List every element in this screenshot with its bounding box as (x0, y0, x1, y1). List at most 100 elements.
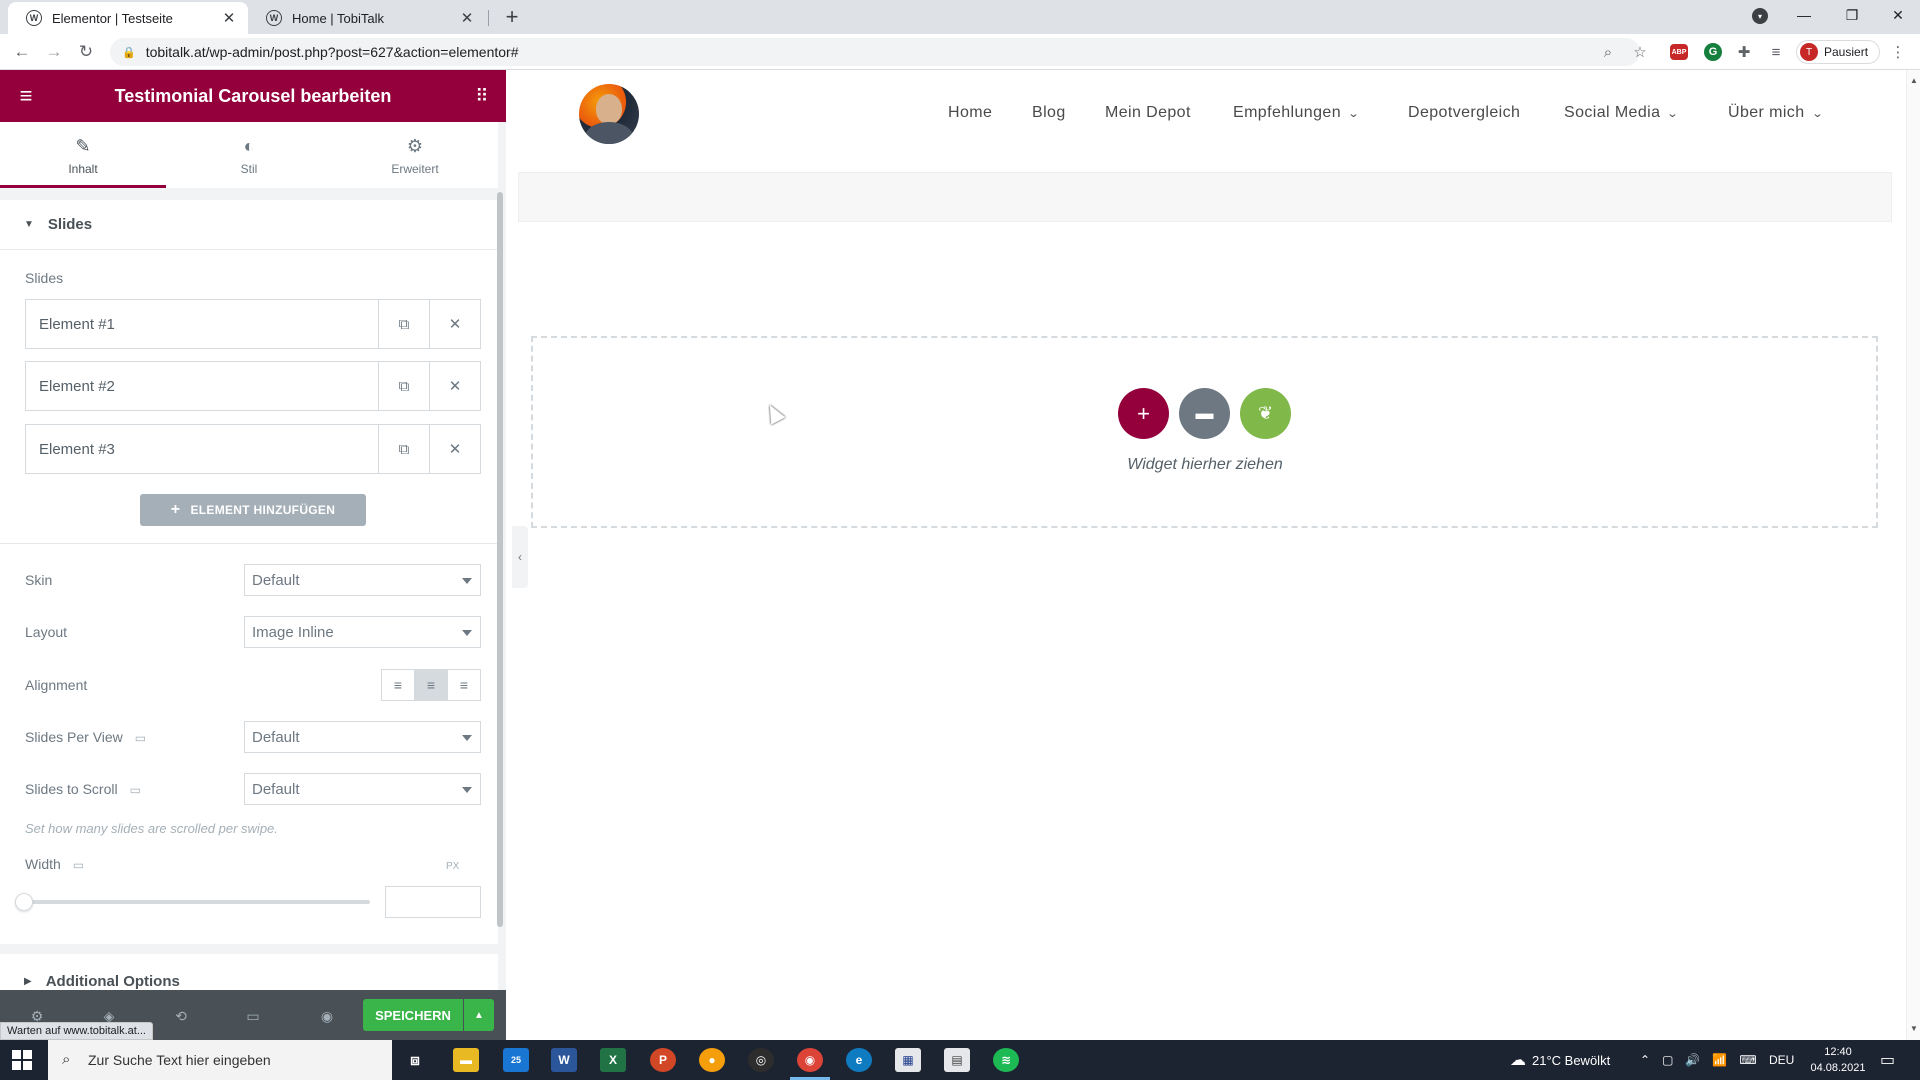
add-template-button[interactable]: ▬ (1179, 388, 1230, 439)
remove-icon[interactable]: ✕ (429, 425, 480, 473)
tab-inhalt[interactable]: ✎ Inhalt (0, 122, 166, 188)
browser-tab-elementor[interactable]: W Elementor | Testseite ✕ (8, 2, 248, 34)
meet-icon[interactable]: ▢ (1662, 1053, 1673, 1067)
edge-icon[interactable]: e (846, 1048, 872, 1072)
minimize-icon[interactable]: — (1782, 0, 1826, 30)
preview-eye-icon[interactable]: ◉ (316, 1005, 338, 1027)
network-icon[interactable]: 📶 (1712, 1053, 1727, 1067)
browser-tab-home[interactable]: W Home | TobiTalk ✕ (248, 2, 486, 34)
profile-button[interactable]: T Pausiert (1796, 40, 1880, 64)
repeater-item-title[interactable]: Element #3 (26, 425, 378, 473)
save-button[interactable]: SPEICHERN (363, 999, 463, 1031)
responsive-mode-icon[interactable]: ▭ (242, 1005, 264, 1027)
align-left-icon[interactable]: ≡ (382, 670, 415, 700)
repeater-item[interactable]: Element #2 ⧉ ✕ (25, 361, 481, 411)
keyboard-icon[interactable]: ⌨ (1739, 1053, 1756, 1067)
reading-list-icon[interactable]: ≡ (1764, 40, 1788, 64)
site-logo[interactable] (579, 84, 639, 144)
blender-icon[interactable]: ● (699, 1048, 725, 1072)
skin-select[interactable]: Default (244, 564, 481, 596)
language-indicator[interactable]: DEU (1769, 1040, 1794, 1080)
close-tab-icon[interactable]: ✕ (220, 9, 238, 27)
mail-icon[interactable]: 25 (503, 1048, 529, 1072)
save-options-caret-icon[interactable]: ▲ (464, 999, 494, 1031)
browser-menu-icon[interactable]: ⋮ (1886, 40, 1910, 64)
add-section-button[interactable]: + (1118, 388, 1169, 439)
nav-item-uber-mich[interactable]: Über mich ⌄ (1728, 104, 1823, 122)
align-right-icon[interactable]: ≡ (448, 670, 480, 700)
remove-icon[interactable]: ✕ (429, 362, 480, 410)
taskbar-clock[interactable]: 12:40 04.08.2021 (1808, 1044, 1868, 1076)
volume-icon[interactable]: 🔊 (1685, 1053, 1700, 1067)
slides-to-scroll-select[interactable]: Default (244, 773, 481, 805)
hamburger-menu-icon[interactable]: ≡ (14, 84, 38, 108)
address-bar[interactable]: 🔒 tobitalk.at/wp-admin/post.php?post=627… (110, 38, 1640, 66)
bookmark-star-icon[interactable]: ☆ (1628, 40, 1652, 64)
nav-item-blog[interactable]: Blog (1032, 104, 1066, 122)
taskbar-search-box[interactable]: ⌕ Zur Suche Text hier eingeben (48, 1040, 392, 1080)
desktop-device-icon[interactable]: ▭ (73, 858, 84, 872)
grammarly-extension-icon[interactable]: G (1704, 43, 1722, 61)
width-slider-track[interactable] (25, 900, 370, 904)
collapse-panel-chevron-icon[interactable]: ‹ (512, 526, 528, 588)
windows-start-icon[interactable] (12, 1050, 32, 1070)
desktop-device-icon[interactable]: ▭ (130, 783, 141, 797)
extensions-puzzle-icon[interactable]: ✚ (1732, 40, 1756, 64)
remove-icon[interactable]: ✕ (429, 300, 480, 348)
chevron-up-icon[interactable]: ⌃ (1640, 1053, 1650, 1067)
slides-section-toggle[interactable]: ▼ Slides (0, 200, 498, 250)
page-scrollbar[interactable]: ▲ ▼ (1906, 70, 1920, 1040)
scroll-up-icon[interactable]: ▲ (1910, 76, 1918, 85)
width-unit-selector[interactable]: PX (446, 861, 459, 872)
app-icon[interactable]: ▦ (895, 1048, 921, 1072)
nav-item-depotvergleich[interactable]: Depotvergleich (1408, 104, 1520, 122)
nav-item-empfehlungen[interactable]: Empfehlungen ⌄ (1233, 104, 1360, 122)
repeater-item-title[interactable]: Element #2 (26, 362, 378, 410)
scroll-down-icon[interactable]: ▼ (1910, 1024, 1918, 1033)
layout-select[interactable]: Image Inline (244, 616, 481, 648)
close-window-icon[interactable]: ✕ (1876, 0, 1920, 30)
history-icon[interactable]: ⟲ (170, 1005, 192, 1027)
forward-arrow-icon[interactable]: → (42, 40, 66, 64)
task-view-icon[interactable]: ⧈ (402, 1048, 428, 1072)
powerpoint-icon[interactable]: P (650, 1048, 676, 1072)
width-slider-handle[interactable] (15, 893, 33, 911)
repeater-item[interactable]: Element #3 ⧉ ✕ (25, 424, 481, 474)
word-icon[interactable]: W (551, 1048, 577, 1072)
nav-item-mein-depot[interactable]: Mein Depot (1105, 104, 1191, 122)
notepad-icon[interactable]: ▤ (944, 1048, 970, 1072)
weather-widget[interactable]: ☁ 21°C Bewölkt (1510, 1040, 1610, 1080)
adblock-extension-icon[interactable]: ABP (1670, 44, 1688, 60)
tab-stil[interactable]: ◐ Stil (166, 122, 332, 188)
nav-item-social-media[interactable]: Social Media ⌄ (1564, 104, 1679, 122)
obs-icon[interactable]: ◎ (748, 1048, 774, 1072)
close-tab-icon[interactable]: ✕ (458, 9, 476, 27)
desktop-device-icon[interactable]: ▭ (135, 731, 146, 745)
back-arrow-icon[interactable]: ← (10, 40, 34, 64)
envato-kit-button[interactable]: ❦ (1240, 388, 1291, 439)
duplicate-icon[interactable]: ⧉ (378, 300, 429, 348)
widgets-grid-icon[interactable]: ⠿ (470, 84, 494, 108)
nav-item-home[interactable]: Home (948, 104, 992, 122)
zoom-icon[interactable]: ⌕ (1596, 40, 1620, 64)
repeater-item-title[interactable]: Element #1 (26, 300, 378, 348)
duplicate-icon[interactable]: ⧉ (378, 362, 429, 410)
slides-per-view-select[interactable]: Default (244, 721, 481, 753)
duplicate-icon[interactable]: ⧉ (378, 425, 429, 473)
tab-search-icon[interactable]: ▾ (1752, 8, 1768, 24)
excel-icon[interactable]: X (600, 1048, 626, 1072)
file-explorer-icon[interactable]: ▬ (453, 1048, 479, 1072)
align-center-icon[interactable]: ≡ (415, 670, 448, 700)
new-tab-button[interactable]: + (500, 4, 524, 30)
panel-scrollbar[interactable] (497, 192, 503, 927)
add-element-button[interactable]: + ELEMENT HINZUFÜGEN (140, 494, 366, 526)
tab-erweitert[interactable]: ⚙ Erweitert (332, 122, 498, 188)
chrome-icon[interactable]: ◉ (797, 1048, 823, 1072)
reload-icon[interactable]: ↻ (74, 40, 98, 64)
spotify-icon[interactable]: ≋ (993, 1048, 1019, 1072)
restore-icon[interactable]: ❐ (1830, 0, 1874, 30)
notifications-icon[interactable]: ▭ (1880, 1040, 1895, 1080)
repeater-item[interactable]: Element #1 ⧉ ✕ (25, 299, 481, 349)
empty-section-band[interactable] (518, 172, 1892, 222)
width-input[interactable] (385, 886, 481, 918)
